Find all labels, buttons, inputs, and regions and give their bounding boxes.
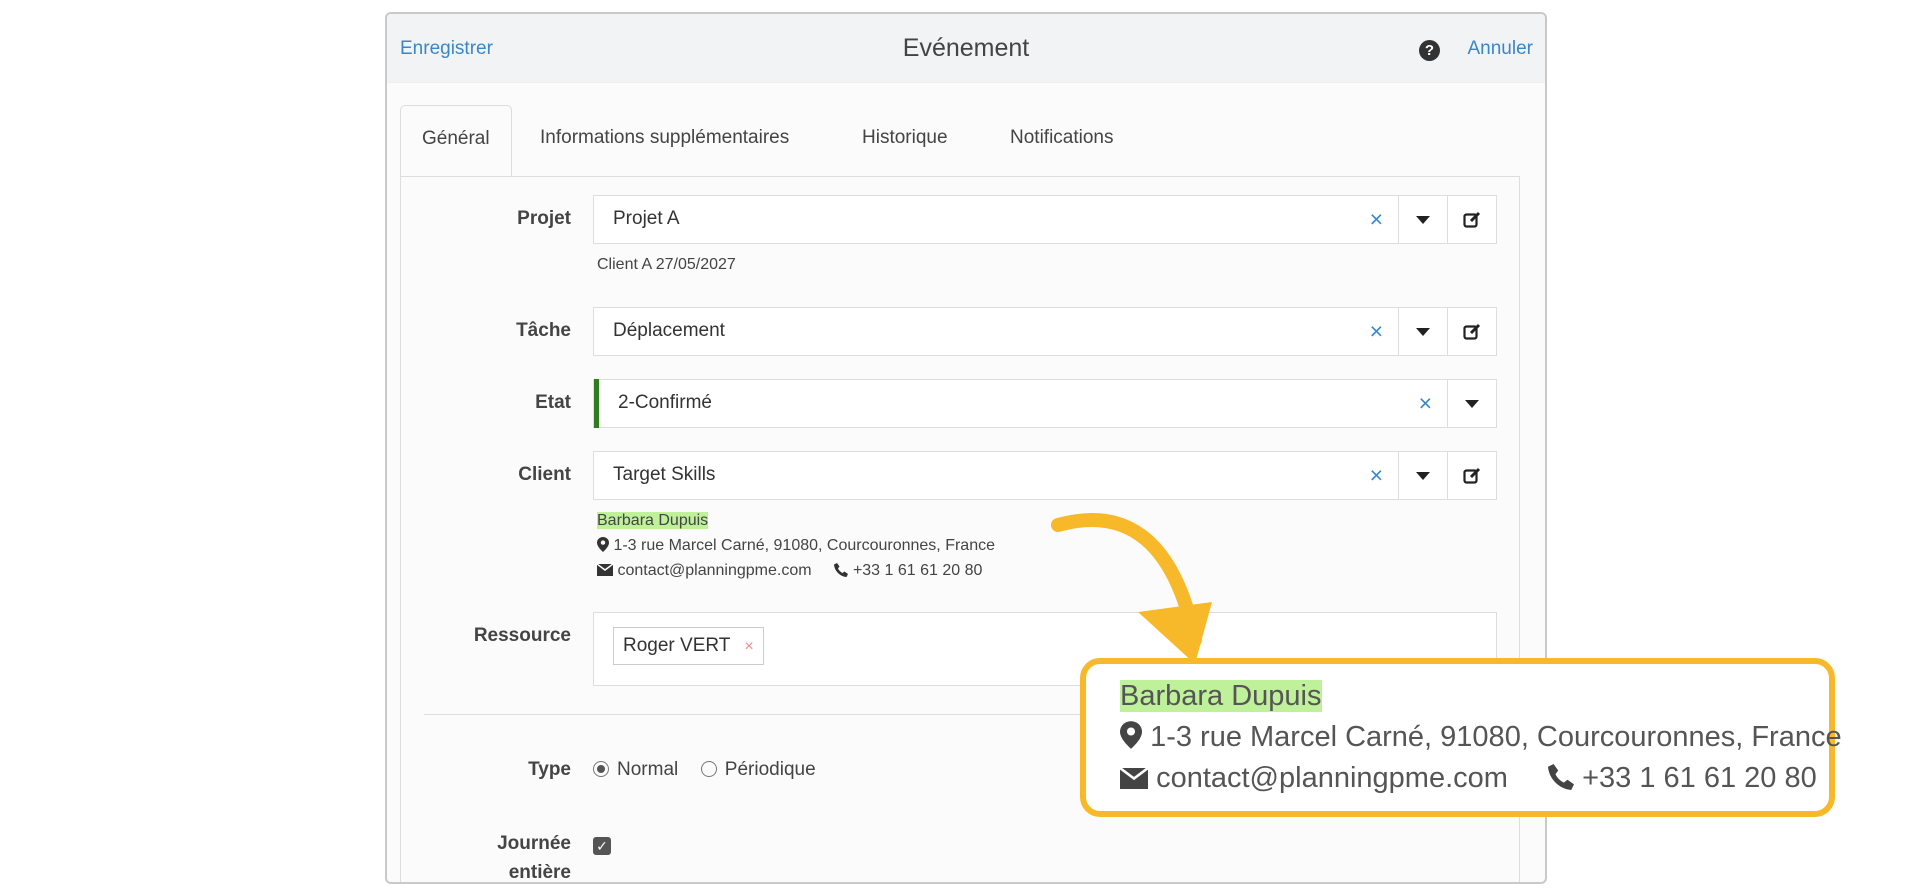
client-contact-name: Barbara Dupuis <box>597 512 709 529</box>
callout-contact-name: Barbara Dupuis <box>1120 680 1322 712</box>
caret-down-icon <box>1416 471 1430 480</box>
etat-label: Etat <box>535 392 571 413</box>
caret-down-icon <box>1416 327 1430 336</box>
clear-icon[interactable]: × <box>1419 390 1432 417</box>
dropdown-button[interactable] <box>1447 379 1496 428</box>
dropdown-button[interactable] <box>1398 195 1447 244</box>
remove-tag-icon[interactable]: × <box>744 638 753 655</box>
type-label: Type <box>528 759 571 780</box>
zoom-callout: Barbara Dupuis 1-3 rue Marcel Carné, 910… <box>1080 658 1842 817</box>
edit-icon <box>1463 211 1481 228</box>
etat-value: 2-Confirmé <box>618 392 712 413</box>
projet-client-date: Client A 27/05/2027 <box>597 256 736 273</box>
dropdown-button[interactable] <box>1398 451 1447 500</box>
map-marker-icon <box>1120 721 1142 749</box>
dropdown-button[interactable] <box>1398 307 1447 356</box>
edit-icon <box>1463 323 1481 340</box>
caret-down-icon <box>1465 399 1479 408</box>
envelope-icon <box>596 563 614 576</box>
cancel-button[interactable]: Annuler <box>1468 38 1534 60</box>
edit-icon <box>1463 467 1481 484</box>
edit-button[interactable] <box>1447 307 1496 356</box>
callout-address: 1-3 rue Marcel Carné, 91080, Courcouronn… <box>1120 721 1842 754</box>
client-value: Target Skills <box>613 464 716 485</box>
journee-entiere-label: Journée entière <box>497 833 571 883</box>
map-marker-icon <box>597 537 609 552</box>
radio-periodique-label[interactable]: Périodique <box>725 759 816 780</box>
journee-entiere-checkbox[interactable]: ✓ <box>593 837 611 855</box>
client-contact-line: contact@planningpme.com +33 1 61 61 20 8… <box>596 562 982 580</box>
callout-contact-line: contact@planningpme.com +33 1 61 61 20 8… <box>1119 762 1817 795</box>
tab-historique[interactable]: Historique <box>862 105 948 177</box>
radio-periodique[interactable] <box>700 761 717 777</box>
tab-notifications[interactable]: Notifications <box>1010 105 1114 177</box>
status-color-bar <box>594 379 599 428</box>
client-address: 1-3 rue Marcel Carné, 91080, Courcouronn… <box>597 537 995 555</box>
dialog-title: Evénement <box>902 34 1030 62</box>
radio-normal[interactable] <box>593 761 609 777</box>
type-radio-group: Normal Périodique <box>593 759 816 781</box>
ressource-label: Ressource <box>473 625 571 646</box>
radio-normal-label[interactable]: Normal <box>617 759 678 780</box>
client-phone[interactable]: +33 1 61 61 20 80 <box>853 562 982 579</box>
tab-informations[interactable]: Informations supplémentaires <box>540 105 789 177</box>
projet-value: Projet A <box>613 208 680 229</box>
clear-icon[interactable]: × <box>1370 462 1383 489</box>
dialog-header: Enregistrer Evénement ? Annuler <box>387 14 1545 83</box>
projet-label: Projet <box>517 208 571 229</box>
tache-label: Tâche <box>516 320 571 341</box>
clear-icon[interactable]: × <box>1370 206 1383 233</box>
tab-general[interactable]: Général <box>400 105 512 177</box>
envelope-icon <box>1119 766 1149 789</box>
etat-field[interactable]: 2-Confirmé × <box>593 379 1497 428</box>
edit-button[interactable] <box>1447 195 1496 244</box>
client-email[interactable]: contact@planningpme.com <box>617 562 811 579</box>
phone-icon <box>1548 764 1575 790</box>
client-label: Client <box>518 464 571 485</box>
client-field[interactable]: Target Skills × <box>593 451 1497 500</box>
clear-icon[interactable]: × <box>1370 318 1383 345</box>
resource-tag: Roger VERT × <box>613 627 764 665</box>
caret-down-icon <box>1416 215 1430 224</box>
phone-icon <box>834 563 849 577</box>
tache-field[interactable]: Déplacement × <box>593 307 1497 356</box>
projet-field[interactable]: Projet A × <box>593 195 1497 244</box>
help-icon[interactable]: ? <box>1419 40 1440 61</box>
tache-value: Déplacement <box>613 320 725 341</box>
edit-button[interactable] <box>1447 451 1496 500</box>
